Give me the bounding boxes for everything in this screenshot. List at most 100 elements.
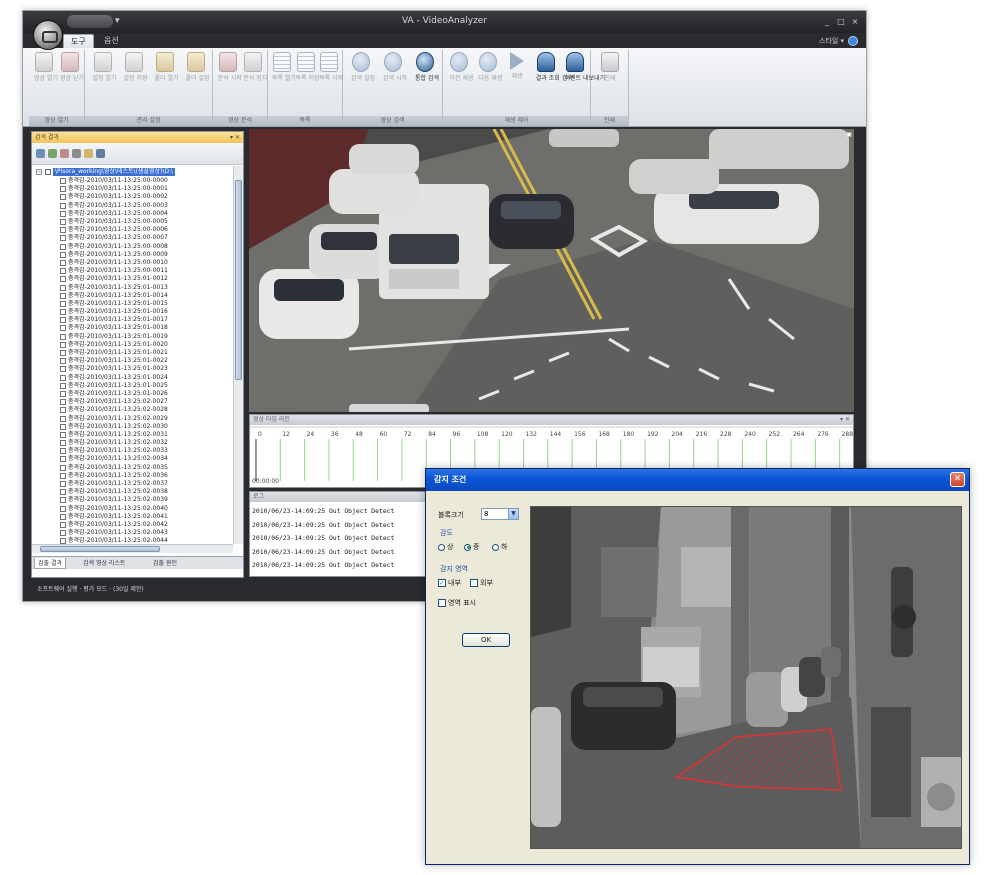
ribbon-button[interactable]: 인쇄 bbox=[600, 52, 620, 110]
tab-detection-results[interactable]: 검출 결과 bbox=[34, 558, 66, 569]
application-menu-button[interactable] bbox=[33, 20, 63, 50]
tree-item[interactable]: 충격감-2010/03/11-13:25:01-0015 bbox=[60, 300, 168, 308]
tab-video-list[interactable]: 검색 영상 리스트 bbox=[80, 558, 128, 569]
tree-item[interactable]: 충격감-2010/03/11-13:25:01-0012 bbox=[60, 275, 168, 283]
tree-item[interactable]: 충격감-2010/03/11-13:25:01-0019 bbox=[60, 333, 168, 341]
delete-icon[interactable] bbox=[60, 149, 69, 158]
tree-item-checkbox[interactable] bbox=[60, 276, 66, 283]
tree-item-checkbox[interactable] bbox=[60, 407, 66, 414]
ribbon-button[interactable]: 폴더 열기 bbox=[155, 52, 179, 110]
sensitivity-low-radio[interactable]: 하 bbox=[492, 542, 507, 552]
export-icon[interactable] bbox=[96, 149, 105, 158]
ribbon-button[interactable]: 검색 설정 bbox=[351, 52, 375, 110]
tree-item[interactable]: 충격감-2010/03/11-13:25:02-0028 bbox=[60, 406, 168, 414]
tree-item-checkbox[interactable] bbox=[60, 472, 66, 479]
tree-item-checkbox[interactable] bbox=[60, 497, 66, 504]
style-menu[interactable]: 스타일 ▾ bbox=[819, 36, 844, 46]
tree-item[interactable]: 충격감-2010/03/11-13:25:02-0040 bbox=[60, 505, 168, 513]
tree-item-checkbox[interactable] bbox=[60, 440, 66, 447]
ribbon-button[interactable]: 목록 저장 bbox=[296, 52, 320, 110]
ribbon-button[interactable]: 폴더 설정 bbox=[186, 52, 210, 110]
tree-item-checkbox[interactable] bbox=[60, 423, 66, 430]
tab-detection-cause[interactable]: 검출 원인 bbox=[150, 558, 180, 569]
tree-item[interactable]: 충격감-2010/03/11-13:25:02-0032 bbox=[60, 439, 168, 447]
tree-item[interactable]: 충격감-2010/03/11-13:25:01-0026 bbox=[60, 390, 168, 398]
scrollbar-thumb[interactable] bbox=[40, 546, 160, 552]
tab-options[interactable]: 옵션 bbox=[97, 34, 126, 48]
tree-item[interactable]: 충격감-2010/03/11-13:25:02-0031 bbox=[60, 431, 168, 439]
tree-item-checkbox[interactable] bbox=[60, 178, 66, 185]
tree-item[interactable]: 충격감-2010/03/11-13:25:00-0009 bbox=[60, 251, 168, 259]
area-outside-checkbox[interactable]: 외부 bbox=[470, 578, 493, 588]
tree-item-checkbox[interactable] bbox=[60, 481, 66, 488]
add-icon[interactable] bbox=[48, 149, 57, 158]
tree-item-checkbox[interactable] bbox=[60, 227, 66, 234]
tree-root-checkbox[interactable] bbox=[45, 169, 51, 175]
ribbon-button[interactable]: 설정 열기 bbox=[93, 52, 117, 110]
tree-item[interactable]: 충격감-2010/03/11-13:25:02-0036 bbox=[60, 472, 168, 480]
tree-item-checkbox[interactable] bbox=[60, 317, 66, 324]
tree-item-checkbox[interactable] bbox=[60, 358, 66, 365]
ribbon-button[interactable]: 영상 닫기 bbox=[60, 52, 84, 110]
tree-item-checkbox[interactable] bbox=[60, 259, 66, 266]
ribbon-button[interactable]: 이전 재생 bbox=[449, 52, 473, 110]
tree-item[interactable]: 충격감-2010/03/11-13:25:01-0025 bbox=[60, 382, 168, 390]
tree-item-checkbox[interactable] bbox=[60, 333, 66, 340]
tree-item[interactable]: 충격감-2010/03/11-13:25:02-0041 bbox=[60, 513, 168, 521]
tree-root[interactable]: − \Pisora_working\영상\테스트\(샘플영상)\D:\ bbox=[36, 168, 176, 176]
tree-item-checkbox[interactable] bbox=[60, 194, 66, 201]
tree-item[interactable]: 충격감-2010/03/11-13:25:00-0010 bbox=[60, 259, 168, 267]
tree-item[interactable]: 충격감-2010/03/11-13:25:02-0039 bbox=[60, 496, 168, 504]
ribbon-button[interactable]: 통합 검색 bbox=[415, 52, 439, 110]
tree-item[interactable]: 충격감-2010/03/11-13:25:00-0005 bbox=[60, 218, 168, 226]
pin-icon[interactable]: ▾ ✕ bbox=[230, 132, 240, 143]
tree-item-checkbox[interactable] bbox=[60, 202, 66, 209]
tree-item[interactable]: 충격감-2010/03/11-13:25:01-0021 bbox=[60, 349, 168, 357]
tree-item[interactable]: 충격감-2010/03/11-13:25:01-0023 bbox=[60, 365, 168, 373]
tree-item[interactable]: 충격감-2010/03/11-13:25:01-0018 bbox=[60, 324, 168, 332]
tree-horizontal-scrollbar[interactable] bbox=[32, 544, 233, 553]
maximize-icon[interactable]: □ bbox=[836, 16, 846, 27]
tree-item-checkbox[interactable] bbox=[60, 292, 66, 299]
tree-item-checkbox[interactable] bbox=[60, 415, 66, 422]
sensitivity-medium-radio[interactable]: 중 bbox=[464, 542, 479, 552]
ribbon-button[interactable]: 분석 정지 bbox=[243, 52, 267, 110]
tree-item-checkbox[interactable] bbox=[60, 530, 66, 537]
tree-item-checkbox[interactable] bbox=[60, 210, 66, 217]
chevron-down-icon[interactable]: ▼ bbox=[508, 509, 518, 519]
ribbon-button[interactable]: 다음 재생 bbox=[478, 52, 502, 110]
tree-item-checkbox[interactable] bbox=[60, 431, 66, 438]
ribbon-button[interactable]: 설정 저장 bbox=[124, 52, 148, 110]
tree-item-checkbox[interactable] bbox=[60, 350, 66, 357]
tree-item-checkbox[interactable] bbox=[60, 448, 66, 455]
close-icon[interactable]: ✕ bbox=[950, 472, 965, 487]
expand-icon[interactable] bbox=[72, 149, 81, 158]
region-preview[interactable] bbox=[530, 506, 962, 849]
tree-item[interactable]: 충격감-2010/03/11-13:25:00-0000 bbox=[60, 177, 168, 185]
show-area-checkbox[interactable]: 영역 표시 bbox=[438, 598, 476, 608]
collapse-icon[interactable]: − bbox=[36, 169, 42, 175]
tree-item-checkbox[interactable] bbox=[60, 235, 66, 242]
refresh-icon[interactable] bbox=[36, 149, 45, 158]
tree-item[interactable]: 충격감-2010/03/11-13:25:01-0014 bbox=[60, 292, 168, 300]
block-size-select[interactable]: 8 ▼ bbox=[481, 508, 519, 520]
ok-button[interactable]: OK bbox=[462, 633, 510, 647]
tree-item[interactable]: 충격감-2010/03/11-13:25:02-0030 bbox=[60, 423, 168, 431]
tree-item-checkbox[interactable] bbox=[60, 464, 66, 471]
scrollbar-thumb[interactable] bbox=[235, 180, 242, 380]
tree-item[interactable]: 충격감-2010/03/11-13:25:02-0044 bbox=[60, 537, 168, 544]
tree-item-checkbox[interactable] bbox=[60, 390, 66, 397]
tree-item[interactable]: 충격감-2010/03/11-13:25:02-0037 bbox=[60, 480, 168, 488]
tree-item-checkbox[interactable] bbox=[60, 251, 66, 258]
tree-item-checkbox[interactable] bbox=[60, 268, 66, 275]
tree-item[interactable]: 충격감-2010/03/11-13:25:00-0008 bbox=[60, 243, 168, 251]
help-icon[interactable] bbox=[848, 36, 858, 46]
tree-item-checkbox[interactable] bbox=[60, 513, 66, 520]
tree-item[interactable]: 충격감-2010/03/11-13:25:01-0020 bbox=[60, 341, 168, 349]
tab-tools[interactable]: 도구 bbox=[63, 34, 94, 48]
tree-item-checkbox[interactable] bbox=[60, 521, 66, 528]
sensitivity-high-radio[interactable]: 상 bbox=[438, 542, 453, 552]
tree-item[interactable]: 충격감-2010/03/11-13:25:02-0029 bbox=[60, 414, 168, 422]
video-view[interactable]: ▣ bbox=[249, 129, 854, 412]
ribbon-button[interactable]: 영상 열기 bbox=[34, 52, 58, 110]
